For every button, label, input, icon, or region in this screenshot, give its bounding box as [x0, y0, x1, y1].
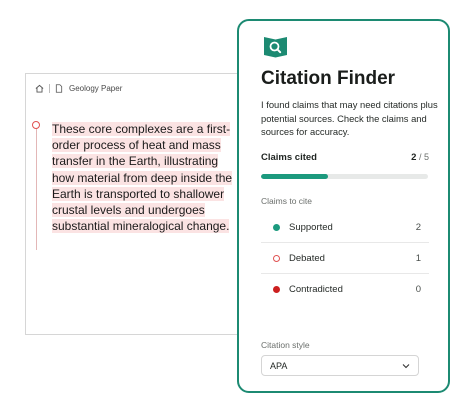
claim-row-debated[interactable]: Debated 1: [261, 243, 429, 274]
claims-cited-progress-fill: [261, 174, 328, 179]
claims-to-cite-label: Claims to cite: [261, 196, 313, 206]
claim-count: 2: [415, 221, 421, 233]
panel-description: I found claims that may need citations p…: [261, 99, 438, 138]
book-search-icon: [264, 37, 287, 58]
document-icon: [55, 84, 63, 93]
supported-dot-icon: [273, 223, 280, 231]
citation-style-label: Citation style: [261, 340, 310, 350]
breadcrumb-divider: [49, 84, 50, 93]
claims-cited-value: 2: [411, 152, 417, 163]
breadcrumb-title[interactable]: Geology Paper: [69, 84, 122, 93]
claim-row-supported[interactable]: Supported 2: [261, 212, 429, 243]
claim-row-contradicted[interactable]: Contradicted 0: [261, 274, 429, 305]
claims-cited-count: 2 / 5: [411, 152, 429, 163]
claim-label: Contradicted: [289, 284, 343, 295]
highlighted-claim[interactable]: These core complexes are a first-order p…: [52, 122, 233, 234]
claims-cited-progress-bar: [261, 174, 428, 179]
claim-label: Supported: [289, 221, 333, 233]
claims-cited-row: Claims cited 2 / 5: [261, 152, 429, 163]
document-window: Geology Paper These core complexes are a…: [25, 73, 245, 335]
contradicted-dot-icon: [273, 286, 280, 293]
claims-cited-label: Claims cited: [261, 152, 317, 163]
chevron-down-icon: [402, 363, 410, 368]
citation-style-value: APA: [270, 360, 288, 371]
document-body-text[interactable]: These core complexes are a first-order p…: [52, 121, 242, 234]
panel-title: Citation Finder: [261, 68, 396, 89]
claim-label: Debated: [289, 252, 325, 264]
claims-list: Supported 2 Debated 1 Contradicted 0: [261, 212, 429, 305]
home-icon[interactable]: [35, 84, 44, 93]
debated-dot-icon: [273, 254, 280, 262]
claims-cited-total: / 5: [418, 152, 429, 162]
claim-count: 0: [415, 284, 421, 295]
claim-count: 1: [415, 252, 421, 264]
breadcrumb: Geology Paper: [35, 84, 122, 93]
citation-finder-panel: Citation Finder I found claims that may …: [237, 19, 450, 393]
debated-claim-marker-icon[interactable]: [32, 121, 40, 129]
citation-style-select[interactable]: APA: [261, 355, 419, 376]
claim-rail: [36, 122, 37, 250]
